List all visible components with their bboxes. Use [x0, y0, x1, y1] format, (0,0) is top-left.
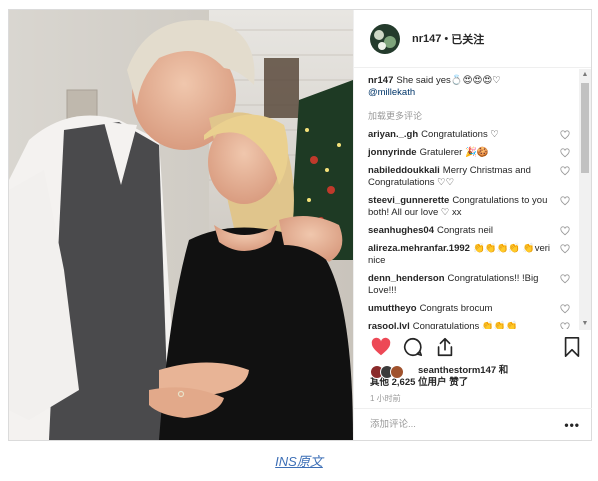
comment-username[interactable]: umuttheyo [368, 303, 417, 314]
comment-username[interactable]: rasool.lvl [368, 321, 410, 329]
bookmark-icon[interactable] [562, 336, 582, 358]
post-photo [9, 10, 353, 440]
ins-original-link[interactable]: INS原文 [0, 451, 598, 470]
comment-username[interactable]: seanhughes04 [368, 225, 434, 236]
comment-username[interactable]: denn_henderson [368, 273, 445, 284]
caption-mention[interactable]: @millekath [368, 87, 415, 98]
scroll-up-arrow-icon[interactable]: ▲ [579, 69, 591, 81]
comment-username[interactable]: steevi_gunnerette [368, 195, 449, 206]
comment-item: nabileddoukkali Merry Christmas and Congr… [368, 165, 572, 189]
post-timestamp: 1 小时前 [370, 394, 401, 403]
comments-list[interactable]: nr147 She said yes💍😍😍😍♡ @millekath 加载更多评论… [354, 69, 580, 329]
heart-outline-icon[interactable] [560, 304, 570, 314]
comment-text: Congratulations ♡ [421, 129, 499, 140]
add-comment-placeholder: 添加评论... [370, 419, 416, 430]
caption-username[interactable]: nr147 [368, 75, 393, 86]
add-comment-input[interactable]: 添加评论... ••• [354, 408, 592, 440]
comment-item: umuttheyo Congrats brocum [368, 303, 572, 315]
likes-summary: seanthestorm147 和 其他 2,625 位用户 赞了 [370, 365, 580, 389]
comment-text: Congrats brocum [419, 303, 493, 314]
comment-item: steevi_gunnerette Congratulations to you … [368, 195, 572, 219]
comment-item: rasool.lvl Congratulations 👏👏👏 [368, 321, 572, 329]
comment-text: Congratulations 👏👏👏 [412, 321, 518, 329]
share-icon[interactable] [434, 336, 456, 358]
comment-text: Congrats neil [437, 225, 493, 236]
heart-filled-icon[interactable] [370, 336, 392, 358]
comment-username[interactable]: jonnyrinde [368, 147, 417, 158]
page: nr147 • 已关注 nr147 She said yes💍😍😍😍♡ @mill… [0, 0, 598, 481]
post-sidebar: nr147 • 已关注 nr147 She said yes💍😍😍😍♡ @mill… [353, 10, 592, 440]
comment-username[interactable]: nabileddoukkali [368, 165, 440, 176]
couple-kissing-photo [9, 10, 353, 440]
heart-outline-icon[interactable] [560, 274, 570, 284]
post-header: nr147 • 已关注 [354, 10, 591, 68]
heart-outline-icon[interactable] [560, 226, 570, 236]
heart-outline-icon[interactable] [560, 130, 570, 140]
author-username[interactable]: nr147 [412, 33, 441, 45]
comment-icon[interactable] [402, 336, 424, 358]
likes-line-1[interactable]: seanthestorm147 和 [418, 365, 508, 376]
comment-item: seanhughes04 Congrats neil [368, 225, 572, 237]
heart-outline-icon[interactable] [560, 322, 570, 329]
comment-username[interactable]: alireza.mehranfar.1992 [368, 243, 470, 254]
header-separator: • [444, 32, 449, 45]
post-actions-bar [354, 332, 592, 362]
heart-outline-icon[interactable] [560, 166, 570, 176]
comment-item: ariyan._.gh Congratulations ♡ [368, 129, 572, 141]
comments-scrollbar[interactable]: ▲ ▼ [579, 69, 591, 330]
heart-outline-icon[interactable] [560, 148, 570, 158]
scrollbar-thumb[interactable] [581, 83, 589, 173]
comment-username[interactable]: ariyan._.gh [368, 129, 418, 140]
scroll-down-arrow-icon[interactable]: ▼ [579, 318, 591, 330]
more-options-icon[interactable]: ••• [564, 409, 580, 441]
liker-avatars [370, 365, 416, 379]
comment-item: jonnyrinde Gratulerer 🎉🍪 [368, 147, 572, 159]
comment-item: denn_henderson Congratulations!! !Big Lov… [368, 273, 572, 297]
post-caption: nr147 She said yes💍😍😍😍♡ @millekath [368, 75, 572, 99]
instagram-post: nr147 • 已关注 nr147 She said yes💍😍😍😍♡ @mill… [8, 9, 592, 441]
heart-outline-icon[interactable] [560, 196, 570, 206]
caption-text: She said yes💍😍😍😍♡ [396, 75, 501, 86]
author-avatar[interactable] [370, 23, 400, 54]
comment-text: Gratulerer 🎉🍪 [419, 147, 489, 158]
heart-outline-icon[interactable] [560, 244, 570, 254]
comment-item: alireza.mehranfar.1992 👏👏👏👏 👏veri nice [368, 243, 572, 267]
load-more-comments-link[interactable]: 加载更多评论 [368, 109, 572, 122]
follow-status-button[interactable]: 已关注 [451, 31, 484, 47]
